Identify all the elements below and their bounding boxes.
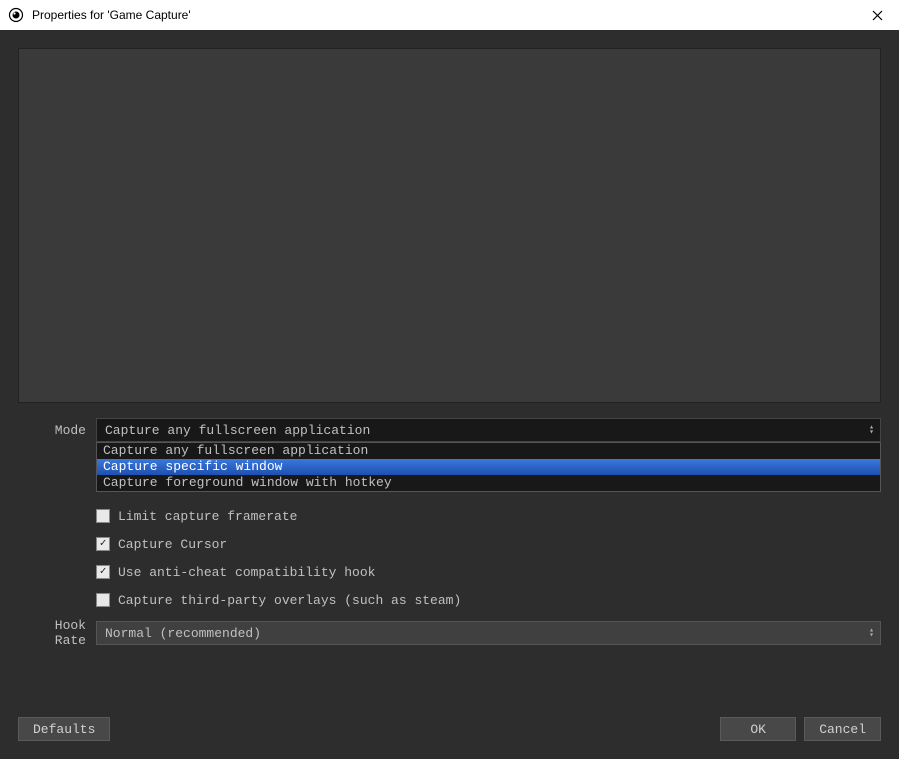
hook-rate-select[interactable]: Normal (recommended) ▴▾: [96, 621, 881, 645]
mode-option[interactable]: Capture specific window: [97, 459, 880, 475]
mode-select[interactable]: Capture any fullscreen application ▴▾: [96, 418, 881, 442]
checkbox-stack: Limit capture framerate Capture Cursor Use…: [96, 502, 881, 614]
chevron-updown-icon: ▴▾: [869, 425, 874, 435]
checkbox-label: Capture third-party overlays (such as st…: [118, 593, 461, 608]
checkbox-icon[interactable]: [96, 565, 110, 579]
mode-label: Mode: [18, 423, 96, 438]
mode-option[interactable]: Capture foreground window with hotkey: [97, 475, 880, 491]
bottom-bar: Defaults OK Cancel: [18, 717, 881, 741]
hook-rate-row: Hook Rate Normal (recommended) ▴▾: [18, 618, 881, 648]
app-icon: [8, 7, 24, 23]
chevron-updown-icon: ▴▾: [869, 628, 874, 638]
checkbox-icon[interactable]: [96, 509, 110, 523]
mode-row: Mode Capture any fullscreen application …: [18, 418, 881, 442]
titlebar: Properties for 'Game Capture': [0, 0, 899, 30]
checkbox-label: Capture Cursor: [118, 537, 227, 552]
mode-dropdown[interactable]: Capture any fullscreen applicationCaptur…: [96, 442, 881, 492]
window-title: Properties for 'Game Capture': [32, 8, 191, 22]
mode-option[interactable]: Capture any fullscreen application: [97, 443, 880, 459]
checkbox-icon[interactable]: [96, 593, 110, 607]
ok-button[interactable]: OK: [720, 717, 796, 741]
cancel-button[interactable]: Cancel: [804, 717, 881, 741]
checkbox-row[interactable]: Use anti-cheat compatibility hook: [96, 558, 881, 586]
mode-selected-value: Capture any fullscreen application: [105, 423, 370, 438]
checkbox-row[interactable]: Limit capture framerate: [96, 502, 881, 530]
checkbox-row[interactable]: Capture Cursor: [96, 530, 881, 558]
checkbox-label: Use anti-cheat compatibility hook: [118, 565, 375, 580]
checkbox-label: Limit capture framerate: [118, 509, 297, 524]
hook-rate-selected-value: Normal (recommended): [105, 626, 261, 641]
checkbox-row[interactable]: Capture third-party overlays (such as st…: [96, 586, 881, 614]
dialog-body: Mode Capture any fullscreen application …: [0, 30, 899, 759]
checkbox-icon[interactable]: [96, 537, 110, 551]
form-area: Mode Capture any fullscreen application …: [18, 418, 881, 648]
preview-area: [18, 48, 881, 403]
defaults-button[interactable]: Defaults: [18, 717, 110, 741]
close-icon[interactable]: [867, 5, 887, 25]
hook-rate-label: Hook Rate: [18, 618, 96, 648]
